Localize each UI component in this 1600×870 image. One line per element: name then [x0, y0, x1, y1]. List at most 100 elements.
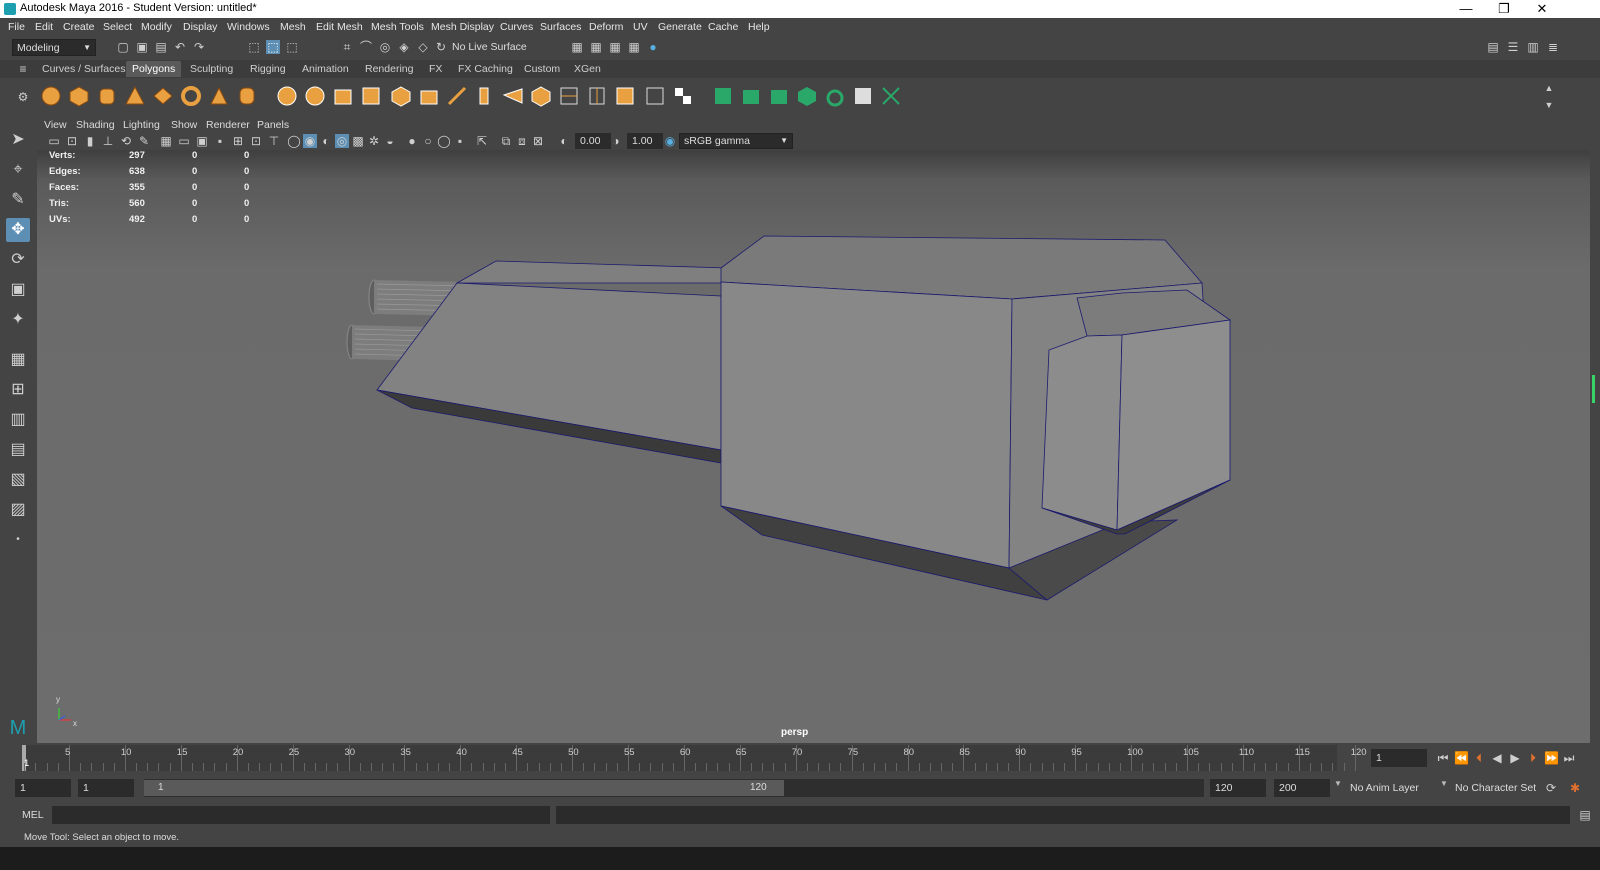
automatic-uv-icon[interactable]	[796, 85, 818, 107]
character-set-label[interactable]: No Character Set	[1455, 782, 1536, 794]
film-gate-icon[interactable]: ▭	[177, 134, 191, 148]
shelf-scroll-down-icon[interactable]: ▼	[1542, 98, 1556, 112]
uv-editor-icon[interactable]	[852, 85, 874, 107]
resolution-gate-icon[interactable]: ▣	[195, 134, 209, 148]
render-frame-icon[interactable]: ▦	[589, 40, 603, 54]
menu-mesh-tools[interactable]: Mesh Tools	[371, 21, 424, 33]
poly-plane-icon[interactable]	[152, 85, 174, 107]
snap-curve-icon[interactable]: ⌒	[359, 40, 373, 54]
go-to-end-icon[interactable]: ⏭	[1562, 751, 1576, 765]
select-object-icon[interactable]: ⬚	[266, 40, 280, 54]
current-frame-field[interactable]: 1	[1371, 749, 1427, 767]
menu-modify[interactable]: Modify	[141, 21, 172, 33]
script-language-label[interactable]: MEL	[22, 809, 44, 821]
snap-grid-icon[interactable]: ⌗	[340, 40, 354, 54]
poly-pipe-icon[interactable]	[236, 85, 258, 107]
play-forwards-icon[interactable]: ▶	[1508, 751, 1522, 765]
poly-sphere-icon[interactable]	[40, 85, 62, 107]
smooth-shade-icon[interactable]: ◉	[303, 134, 317, 148]
go-to-start-icon[interactable]: ⏮	[1436, 751, 1450, 765]
tab-animation[interactable]: Animation	[296, 61, 355, 77]
more-layouts-icon[interactable]: •	[6, 528, 30, 552]
menu-curves[interactable]: Curves	[500, 21, 533, 33]
gamma-icon[interactable]: ◑	[609, 134, 623, 148]
single-perspective-layout-icon[interactable]: ▦	[6, 348, 30, 372]
cylindrical-uv-icon[interactable]	[740, 85, 762, 107]
time-ruler[interactable]: 1 5 10 15 20 25 30 35 40 45 50 55 60 65 70 75 80 85 90 95 1…	[22, 745, 1367, 771]
ambient-occlusion-icon[interactable]: ●	[405, 134, 419, 148]
range-slider[interactable]: 1 120	[144, 779, 1204, 797]
animation-start-field[interactable]: 1	[15, 779, 71, 797]
two-d-pan-icon[interactable]: ⟲	[119, 134, 133, 148]
xray-joints-icon[interactable]: ⊠	[531, 134, 545, 148]
front-cap-side[interactable]	[1041, 334, 1123, 531]
menu-surfaces[interactable]: Surfaces	[540, 21, 581, 33]
poly-cylinder-icon[interactable]	[96, 85, 118, 107]
rotate-tool-icon[interactable]: ⟳	[6, 248, 30, 272]
render-view-icon[interactable]: ▦	[570, 40, 584, 54]
smooth-icon[interactable]	[360, 85, 382, 107]
insert-edge-loop-icon[interactable]	[558, 85, 580, 107]
select-hierarchy-icon[interactable]: ⬚	[247, 40, 261, 54]
four-view-layout-icon[interactable]: ⊞	[6, 378, 30, 402]
menu-file[interactable]: File	[8, 21, 25, 33]
xray-icon[interactable]: ⧉	[499, 134, 513, 148]
anti-aliasing-icon[interactable]: ◯	[437, 134, 451, 148]
scale-tool-icon[interactable]: ▣	[6, 278, 30, 302]
play-backwards-icon[interactable]: ◀	[1490, 751, 1504, 765]
step-forward-key-icon[interactable]: ⏵	[1526, 751, 1540, 765]
append-icon[interactable]	[502, 85, 524, 107]
color-space-dropdown[interactable]: sRGB gamma ▼	[679, 133, 793, 149]
target-weld-icon[interactable]	[614, 85, 636, 107]
attribute-editor-icon[interactable]: ☰	[1506, 40, 1520, 54]
hypershade-layout-icon[interactable]: ▧	[6, 468, 30, 492]
use-all-lights-icon[interactable]: ✲	[367, 134, 381, 148]
image-plane-icon[interactable]: ⊥	[101, 134, 115, 148]
bridge-icon[interactable]	[446, 85, 468, 107]
merge-icon[interactable]	[530, 85, 552, 107]
close-button[interactable]: ✕	[1524, 0, 1560, 18]
shadows-icon[interactable]: ◒	[383, 134, 397, 148]
range-slider-handle[interactable]: 1 120	[144, 780, 784, 796]
poly-torus-icon[interactable]	[180, 85, 202, 107]
motion-blur-icon[interactable]: ○	[421, 134, 435, 148]
gamma-field[interactable]: 1.00	[627, 133, 663, 149]
safe-title-icon[interactable]: ⊤	[267, 134, 281, 148]
camera-attributes-icon[interactable]: ⊡	[65, 134, 79, 148]
menu-mesh[interactable]: Mesh	[280, 21, 306, 33]
hypershade-icon[interactable]: ●	[646, 40, 660, 54]
textured-icon[interactable]: ▩	[351, 134, 365, 148]
panel-menu-panels[interactable]: Panels	[257, 119, 289, 131]
bookmark-icon[interactable]: ▮	[83, 134, 97, 148]
step-back-frame-icon[interactable]: ⏪	[1454, 751, 1469, 765]
exposure-field[interactable]: 0.00	[575, 133, 611, 149]
make-live-icon[interactable]: ◇	[416, 40, 430, 54]
menu-edit[interactable]: Edit	[35, 21, 53, 33]
snap-view-plane-icon[interactable]: ◈	[397, 40, 411, 54]
menu-generate[interactable]: Generate	[658, 21, 702, 33]
new-scene-icon[interactable]: ▢	[116, 40, 130, 54]
render-settings-icon[interactable]: ▦	[627, 40, 641, 54]
command-input[interactable]	[52, 806, 550, 824]
grid-icon[interactable]: ▦	[159, 134, 173, 148]
tab-polygons[interactable]: Polygons	[126, 61, 182, 77]
restore-button[interactable]: ❐	[1486, 0, 1522, 18]
menu-display[interactable]: Display	[183, 21, 217, 33]
panel-menu-lighting[interactable]: Lighting	[123, 119, 160, 131]
tab-xgen[interactable]: XGen	[568, 61, 607, 77]
step-forward-frame-icon[interactable]: ⏩	[1544, 751, 1559, 765]
separate-icon[interactable]	[304, 85, 326, 107]
menu-mesh-display[interactable]: Mesh Display	[431, 21, 494, 33]
select-component-icon[interactable]: ⬚	[285, 40, 299, 54]
move-tool-icon[interactable]: ✥	[6, 218, 30, 242]
perspective-viewport[interactable]: Verts: 297 0 0 Edges: 638 0 0 Faces: 355…	[37, 150, 1590, 743]
redo-icon[interactable]: ↷	[192, 40, 206, 54]
chevron-down-icon[interactable]: ▼	[1334, 779, 1342, 788]
lasso-tool-icon[interactable]: ⌖	[6, 158, 30, 182]
panel-menu-renderer[interactable]: Renderer	[206, 119, 250, 131]
menu-create[interactable]: Create	[63, 21, 95, 33]
poly-cube-icon[interactable]	[68, 85, 90, 107]
planar-uv-icon[interactable]	[712, 85, 734, 107]
snap-point-icon[interactable]: ◎	[378, 40, 392, 54]
script-editor-icon[interactable]: ▤	[1578, 808, 1592, 822]
